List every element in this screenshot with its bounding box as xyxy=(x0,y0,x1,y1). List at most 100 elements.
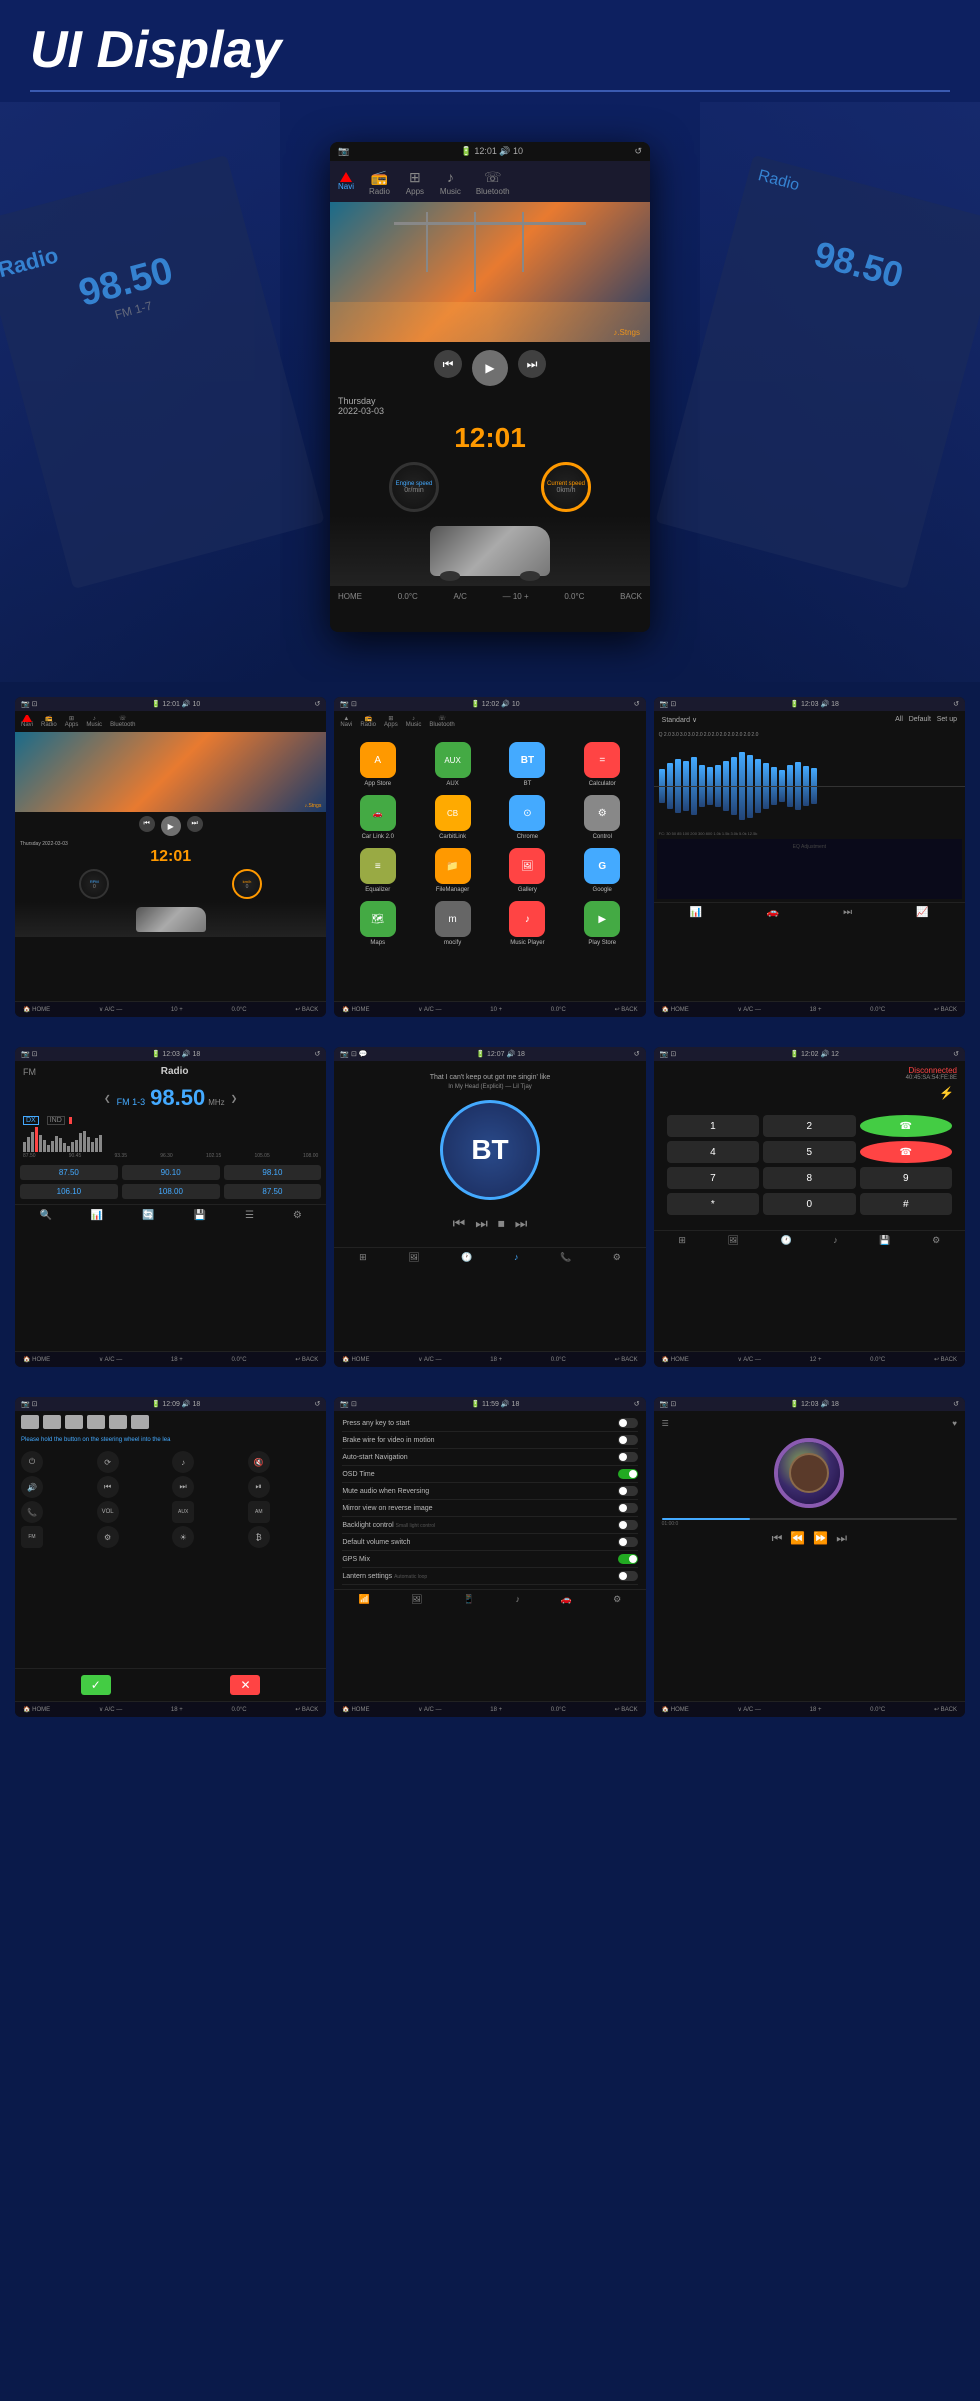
bt-stop-btn[interactable]: ⏹ xyxy=(498,1215,505,1232)
dial-call[interactable]: ☎ xyxy=(860,1115,952,1137)
settings-home-btn[interactable]: 🏠 HOME xyxy=(342,1706,369,1713)
app-maps[interactable]: 🗺 Maps xyxy=(344,901,411,946)
phone-back-btn[interactable]: ↩ BACK xyxy=(934,1356,957,1363)
steer-bt[interactable]: ₿ xyxy=(248,1526,270,1548)
toggle-press-key[interactable] xyxy=(618,1418,638,1428)
radio-search-icon[interactable]: 🔍 xyxy=(39,1210,51,1221)
back-btn[interactable]: ↩ BACK xyxy=(295,1006,318,1013)
eq-car-icon[interactable]: 🚗 xyxy=(766,907,778,918)
steer-call[interactable]: 📞 xyxy=(21,1501,43,1523)
dial-7[interactable]: 7 xyxy=(667,1167,759,1189)
radio-loop-icon[interactable]: 🔄 xyxy=(142,1210,154,1221)
bt-next-btn[interactable]: ⏭ xyxy=(515,1215,528,1232)
bt-clock-icon[interactable]: 🕐 xyxy=(461,1252,472,1263)
music-back-btn[interactable]: ↩ BACK xyxy=(934,1706,957,1713)
toggle-backlight[interactable] xyxy=(618,1520,638,1530)
play-button[interactable]: ▶ xyxy=(472,350,508,386)
steering-back-btn[interactable]: ↩ BACK xyxy=(295,1706,318,1713)
preset-3[interactable]: 98.10 xyxy=(224,1165,322,1180)
app-google[interactable]: G Google xyxy=(569,848,636,893)
steer-next[interactable]: ⏭ xyxy=(172,1476,194,1498)
phone-settings-icon[interactable]: ⚙ xyxy=(932,1235,940,1246)
steer-play[interactable]: ⏯ xyxy=(248,1476,270,1498)
toggle-osd[interactable] xyxy=(618,1469,638,1479)
settings-music2-icon[interactable]: ♪ xyxy=(515,1594,520,1605)
color-1[interactable] xyxy=(21,1415,39,1429)
steer-fm[interactable]: FM xyxy=(21,1526,43,1548)
preset-5[interactable]: 108.00 xyxy=(122,1184,220,1199)
toggle-gps[interactable] xyxy=(618,1554,638,1564)
toggle-mute-rev[interactable] xyxy=(618,1486,638,1496)
settings-phone2-icon[interactable]: 📱 xyxy=(463,1594,474,1605)
an-navi[interactable]: ▲Navi xyxy=(340,716,352,728)
app-aux[interactable]: AUX AUX xyxy=(419,742,486,787)
steer-check-btn[interactable]: ✓ xyxy=(81,1675,111,1695)
music-ff-btn[interactable]: ⏩ xyxy=(813,1531,828,1546)
radio-list-icon[interactable]: ☰ xyxy=(245,1210,254,1221)
prev-mini[interactable]: ⏮ xyxy=(139,816,155,832)
an-apps[interactable]: ⊞Apps xyxy=(384,715,398,728)
mn-music[interactable]: ♪Music xyxy=(86,716,102,728)
toggle-auto-nav[interactable] xyxy=(618,1452,638,1462)
apps-home-btn[interactable]: 🏠 HOME xyxy=(342,1006,369,1013)
prev-button[interactable]: ⏮ xyxy=(434,350,462,378)
steering-home-btn[interactable]: 🏠 HOME xyxy=(23,1706,50,1713)
nav-music[interactable]: ♪ Music xyxy=(440,167,461,196)
home-label[interactable]: HOME xyxy=(338,592,362,601)
app-playstore[interactable]: ▶ Play Store xyxy=(569,901,636,946)
eq-back-btn[interactable]: ↩ BACK xyxy=(934,1006,957,1013)
toggle-lantern[interactable] xyxy=(618,1571,638,1581)
music-next-btn[interactable]: ⏭ xyxy=(836,1531,847,1546)
bt-play-pause-btn[interactable]: ⏭ xyxy=(475,1215,488,1232)
radio-prev-btn[interactable]: ❮ xyxy=(104,1094,111,1103)
ac-label[interactable]: A/C xyxy=(454,592,467,601)
toggle-brake[interactable] xyxy=(618,1435,638,1445)
steer-aux[interactable]: AUX xyxy=(172,1501,194,1523)
eq-stats-icon[interactable]: 📈 xyxy=(916,907,928,918)
steer-cancel-btn[interactable]: ✕ xyxy=(230,1675,260,1695)
phone-clock-icon[interactable]: 🕐 xyxy=(781,1235,792,1246)
mn-radio[interactable]: 📻Radio xyxy=(41,715,57,728)
color-2[interactable] xyxy=(43,1415,61,1429)
settings-gear2-icon[interactable]: ⚙ xyxy=(613,1594,621,1605)
steer-gear[interactable]: ⚙ xyxy=(97,1526,119,1548)
music-list-icon[interactable]: ☰ xyxy=(662,1419,669,1428)
color-3[interactable] xyxy=(65,1415,83,1429)
mn-bt[interactable]: ☏Bluetooth xyxy=(110,715,135,728)
dial-hash[interactable]: # xyxy=(860,1193,952,1215)
apps-back-btn[interactable]: ↩ BACK xyxy=(615,1006,638,1013)
settings-wifi-icon[interactable]: 📶 xyxy=(359,1594,370,1605)
bt-settings-icon[interactable]: ⚙ xyxy=(613,1252,621,1263)
music-heart-icon[interactable]: ♥ xyxy=(952,1419,957,1428)
eq-bars-icon[interactable]: 📊 xyxy=(690,907,702,918)
app-musicplayer[interactable]: ♪ Music Player xyxy=(494,901,561,946)
an-radio[interactable]: 📻Radio xyxy=(360,715,376,728)
toggle-default-vol[interactable] xyxy=(618,1537,638,1547)
dial-4[interactable]: 4 xyxy=(667,1141,759,1163)
an-music[interactable]: ♪Music xyxy=(406,716,422,728)
steer-vol-ctrl[interactable]: VOL xyxy=(97,1501,119,1523)
steer-music[interactable]: ♪ xyxy=(172,1451,194,1473)
steer-prev[interactable]: ⏮ xyxy=(97,1476,119,1498)
preset-4[interactable]: 106.10 xyxy=(20,1184,118,1199)
bt-grid-icon[interactable]: ⊞ xyxy=(359,1252,367,1263)
bt-phone-icon[interactable]: 📞 xyxy=(560,1252,571,1263)
radio-back-btn[interactable]: ↩ BACK xyxy=(295,1356,318,1363)
color-4[interactable] xyxy=(87,1415,105,1429)
phone-img-icon[interactable]: 🖼 xyxy=(728,1235,739,1246)
bt-back-btn[interactable]: ↩ BACK xyxy=(615,1356,638,1363)
app-mocify[interactable]: m mocify xyxy=(419,901,486,946)
next-mini[interactable]: ⏭ xyxy=(187,816,203,832)
bt-prev-btn[interactable]: ⏮ xyxy=(453,1215,466,1232)
an-bt[interactable]: ☏Bluetooth xyxy=(429,715,454,728)
steer-mute[interactable]: 🔇 xyxy=(248,1451,270,1473)
nav-bluetooth[interactable]: ☏ Bluetooth xyxy=(476,167,510,196)
bt-music-icon[interactable]: ♪ xyxy=(514,1252,519,1263)
mn-apps[interactable]: ⊞Apps xyxy=(65,715,79,728)
dial-0[interactable]: 0 xyxy=(763,1193,855,1215)
app-gallery[interactable]: 🖼 Gallery xyxy=(494,848,561,893)
preset-2[interactable]: 90.10 xyxy=(122,1165,220,1180)
app-appstore[interactable]: A App Store xyxy=(344,742,411,787)
radio-eq-icon[interactable]: 📊 xyxy=(91,1210,103,1221)
dial-end[interactable]: ☎ xyxy=(860,1141,952,1163)
